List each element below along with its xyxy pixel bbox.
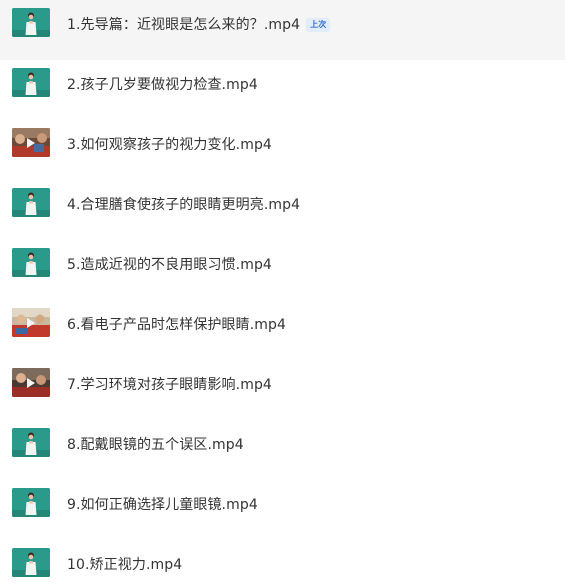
video-title: 2.孩子几岁要做视力检查.mp4: [67, 77, 258, 93]
video-item-1[interactable]: 1.先导篇：近视眼是怎么来的？.mp4 上次: [0, 0, 565, 60]
video-thumbnail-classroom: [12, 368, 50, 397]
video-item-6[interactable]: 6.看电子产品时怎样保护眼睛.mp4: [0, 300, 565, 360]
video-item-9[interactable]: 9.如何正确选择儿童眼镜.mp4: [0, 480, 565, 540]
video-item-10[interactable]: 10.矫正视力.mp4: [0, 540, 565, 583]
video-title: 7.学习环境对孩子眼睛影响.mp4: [67, 377, 272, 393]
video-playlist: 1.先导篇：近视眼是怎么来的？.mp4 上次 2.孩子几岁要做视力检查.mp4 3…: [0, 0, 565, 583]
video-title: 6.看电子产品时怎样保护眼睛.mp4: [67, 317, 287, 333]
video-title-text: 1.先导篇：近视眼是怎么来的？.mp4: [67, 17, 301, 33]
video-thumbnail-lecturer: [12, 68, 50, 97]
video-thumbnail-lecturer: [12, 428, 50, 457]
video-thumbnail-lecturer: [12, 8, 50, 37]
video-title: 5.造成近视的不良用眼习惯.mp4: [67, 257, 272, 273]
video-title: 4.合理膳食使孩子的眼睛更明亮.mp4: [67, 197, 301, 213]
video-thumbnail-lecturer: [12, 248, 50, 277]
video-title: 3.如何观察孩子的视力变化.mp4: [67, 137, 272, 153]
video-thumbnail-lecturer: [12, 548, 50, 577]
video-title: 8.配戴眼镜的五个误区.mp4: [67, 437, 244, 453]
video-thumbnail-lecturer: [12, 188, 50, 217]
video-item-2[interactable]: 2.孩子几岁要做视力检查.mp4: [0, 60, 565, 120]
video-item-5[interactable]: 5.造成近视的不良用眼习惯.mp4: [0, 240, 565, 300]
video-item-4[interactable]: 4.合理膳食使孩子的眼睛更明亮.mp4: [0, 180, 565, 240]
video-title: 1.先导篇：近视眼是怎么来的？.mp4 上次: [67, 14, 331, 34]
last-watched-badge: 上次: [306, 18, 331, 32]
video-title: 10.矫正视力.mp4: [67, 557, 183, 573]
video-thumbnail-lecturer: [12, 488, 50, 517]
video-title: 9.如何正确选择儿童眼镜.mp4: [67, 497, 258, 513]
video-thumbnail-classroom: [12, 308, 50, 337]
video-item-7[interactable]: 7.学习环境对孩子眼睛影响.mp4: [0, 360, 565, 420]
video-item-8[interactable]: 8.配戴眼镜的五个误区.mp4: [0, 420, 565, 480]
video-thumbnail-classroom: [12, 128, 50, 157]
video-item-3[interactable]: 3.如何观察孩子的视力变化.mp4: [0, 120, 565, 180]
